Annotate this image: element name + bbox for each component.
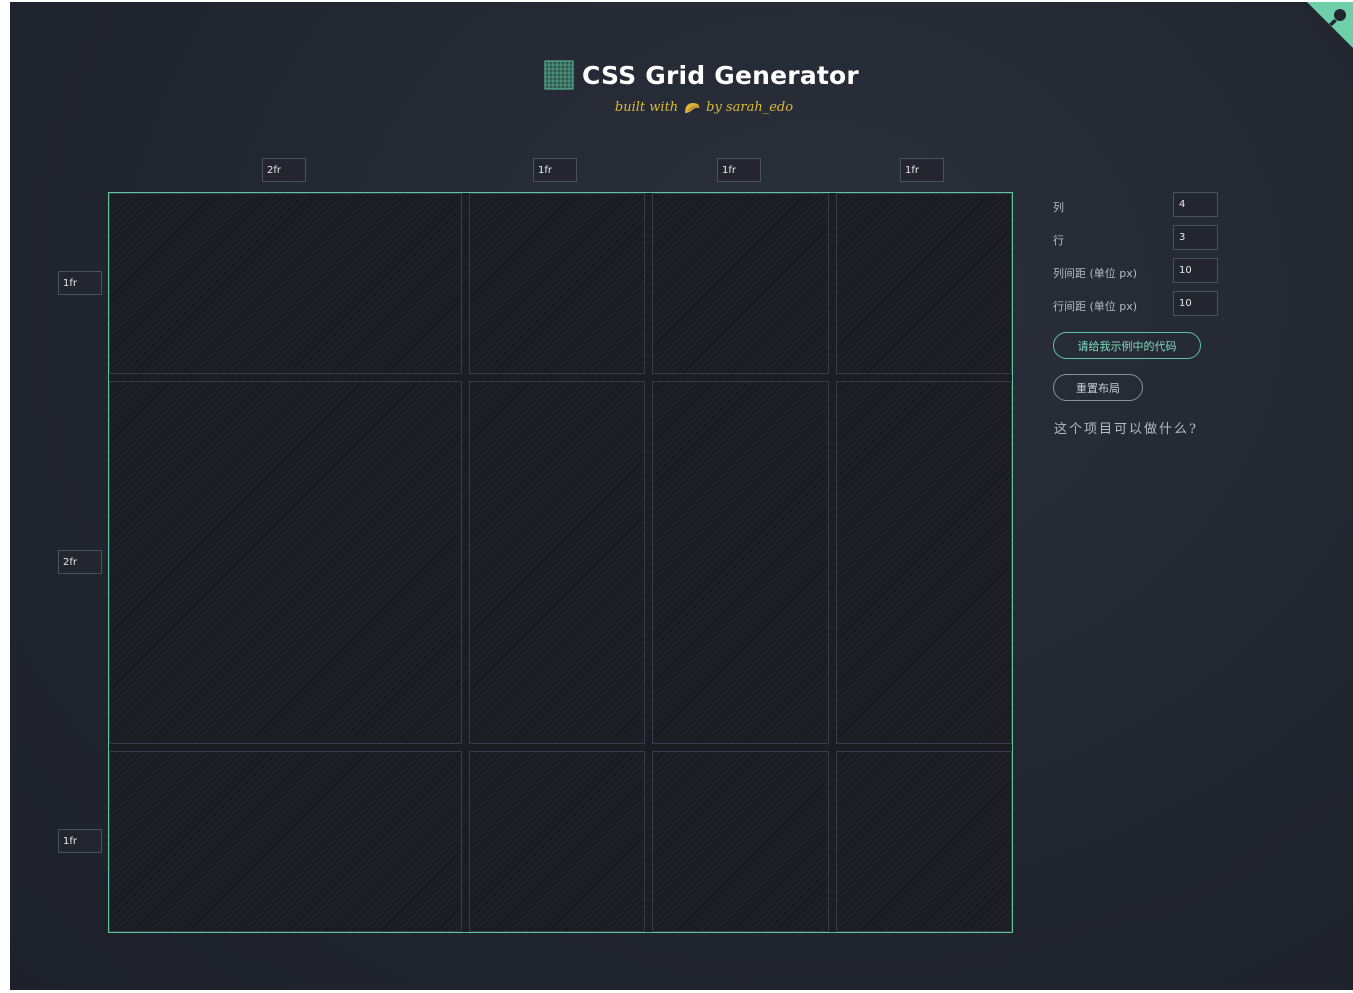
column-gap-control: 列间距 (单位 px) — [1053, 258, 1233, 291]
title-row: CSS Grid Generator — [544, 60, 859, 90]
row-gap-label: 行间距 (单位 px) — [1053, 300, 1138, 313]
grid-cells — [109, 193, 1012, 932]
grid-cell[interactable] — [835, 750, 1012, 932]
header: CSS Grid Generator built with by sarah_e… — [10, 60, 1353, 115]
column-gap-label: 列间距 (单位 px) — [1053, 267, 1138, 280]
row-2-size-input[interactable] — [58, 550, 102, 574]
grid-preview — [108, 192, 1013, 933]
row-gap-control: 行间距 (单位 px) — [1053, 291, 1233, 324]
grid-cell[interactable] — [109, 381, 462, 744]
column-1-size-input[interactable] — [262, 158, 306, 182]
column-2-size-input[interactable] — [533, 158, 577, 182]
column-4-size-input[interactable] — [900, 158, 944, 182]
grid-cell[interactable] — [652, 193, 829, 375]
page-title: CSS Grid Generator — [582, 60, 859, 90]
rows-input[interactable] — [1173, 225, 1218, 250]
grid-cell[interactable] — [109, 750, 462, 932]
grid-cell[interactable] — [468, 750, 646, 932]
row-1-size-input[interactable] — [58, 271, 102, 295]
column-3-size-input[interactable] — [717, 158, 761, 182]
grid-cell[interactable] — [835, 193, 1012, 375]
about-link[interactable]: 这个项目可以做什么? — [1054, 418, 1198, 437]
column-gap-input[interactable] — [1173, 258, 1218, 283]
columns-label: 列 — [1053, 201, 1064, 214]
subtitle: built with by sarah_edo — [615, 100, 793, 115]
taco-icon — [685, 102, 700, 113]
grid-cell[interactable] — [468, 381, 646, 744]
grid-cell[interactable] — [109, 193, 462, 375]
grid-cell[interactable] — [468, 193, 646, 375]
columns-input[interactable] — [1173, 192, 1218, 217]
row-gap-input[interactable] — [1173, 291, 1218, 316]
grid-logo-icon — [544, 60, 574, 90]
grid-cell[interactable] — [835, 381, 1012, 744]
row-3-size-input[interactable] — [58, 829, 102, 853]
reset-layout-button[interactable]: 重置布局 — [1053, 374, 1143, 401]
rows-label: 行 — [1053, 234, 1064, 247]
grid-cell[interactable] — [652, 750, 829, 932]
grid-cell[interactable] — [652, 381, 829, 744]
rows-control: 行 — [1053, 225, 1233, 258]
controls-panel: 列 行 列间距 (单位 px) 行间距 (单位 px) — [1053, 192, 1233, 324]
subtitle-prefix: built with — [614, 100, 679, 115]
show-code-button[interactable]: 请给我示例中的代码 — [1053, 332, 1201, 359]
subtitle-suffix: by sarah_edo — [706, 100, 794, 115]
app-root: CSS Grid Generator built with by sarah_e… — [10, 2, 1353, 990]
github-corner-icon[interactable] — [1307, 2, 1353, 48]
columns-control: 列 — [1053, 192, 1233, 225]
